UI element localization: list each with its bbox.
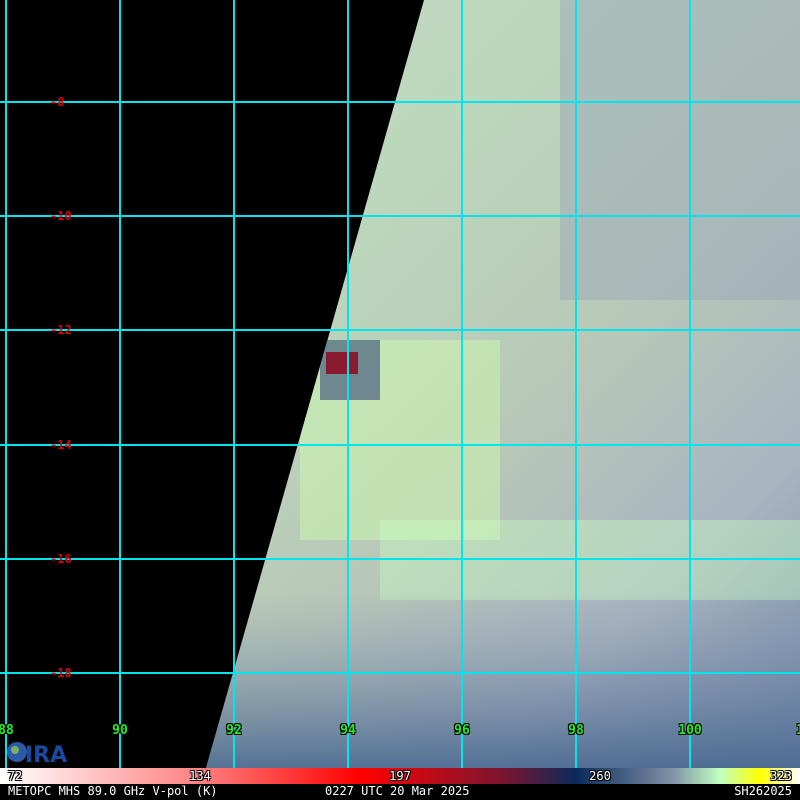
colorbar-tick: 323 <box>770 769 792 783</box>
lon-label: 1 <box>796 723 800 738</box>
svg-text:IRA: IRA <box>25 743 67 766</box>
microwave-imagery-map <box>0 0 800 768</box>
lon-label: 92 <box>226 723 242 738</box>
lon-label: 88 <box>0 723 14 738</box>
lon-label: 96 <box>454 723 470 738</box>
colorbar-tick: 72 <box>7 769 23 783</box>
lat-label: -10 <box>50 209 72 223</box>
cira-logo: IRA <box>7 742 67 766</box>
storm-id-label: SH262025 <box>734 784 792 798</box>
colorbar-tick: 197 <box>389 769 411 783</box>
footer-bar: METOPC MHS 89.0 GHz V-pol (K) 0227 UTC 2… <box>0 784 800 800</box>
lon-label: 94 <box>340 723 356 738</box>
colorbar-tick: 134 <box>189 769 211 783</box>
product-label: METOPC MHS 89.0 GHz V-pol (K) <box>8 784 218 798</box>
lon-label: 98 <box>568 723 584 738</box>
lat-label: -8 <box>50 95 65 109</box>
lat-label: -16 <box>50 552 72 566</box>
satellite-image-viewer: -8 -10 -12 -14 -16 -18 88 90 92 94 96 98… <box>0 0 800 800</box>
colorbar-tick: 260 <box>589 769 611 783</box>
lon-label: 100 <box>678 723 702 738</box>
lat-label: -14 <box>50 438 72 452</box>
lat-label: -12 <box>50 323 72 337</box>
timestamp-label: 0227 UTC 20 Mar 2025 <box>325 784 470 798</box>
lat-label: -18 <box>50 666 72 680</box>
lon-label: 90 <box>112 723 128 738</box>
